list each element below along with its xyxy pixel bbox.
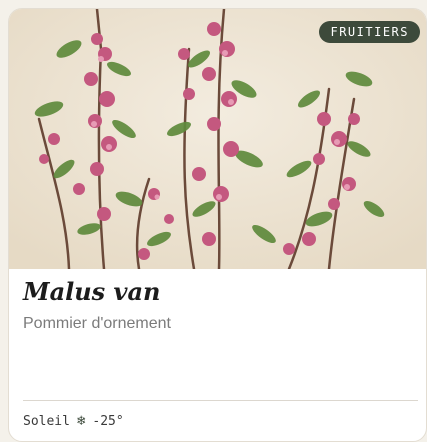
plant-attributes: Soleil ❄ -25° [23, 413, 124, 429]
malus-blossom-image [9, 9, 426, 269]
divider [23, 400, 418, 401]
plant-common-name: Pommier d'ornement [23, 315, 171, 332]
category-badge: FRUITIERS [319, 21, 420, 43]
hardiness-value: -25° [92, 413, 124, 429]
exposure-label: Soleil [23, 413, 70, 429]
plant-card[interactable]: FRUITIERS Malus van Pommier d'ornement S… [8, 8, 427, 442]
plant-photo[interactable]: FRUITIERS [9, 9, 426, 269]
snowflake-icon: ❄ [76, 413, 86, 429]
plant-name: Malus van [23, 277, 161, 306]
